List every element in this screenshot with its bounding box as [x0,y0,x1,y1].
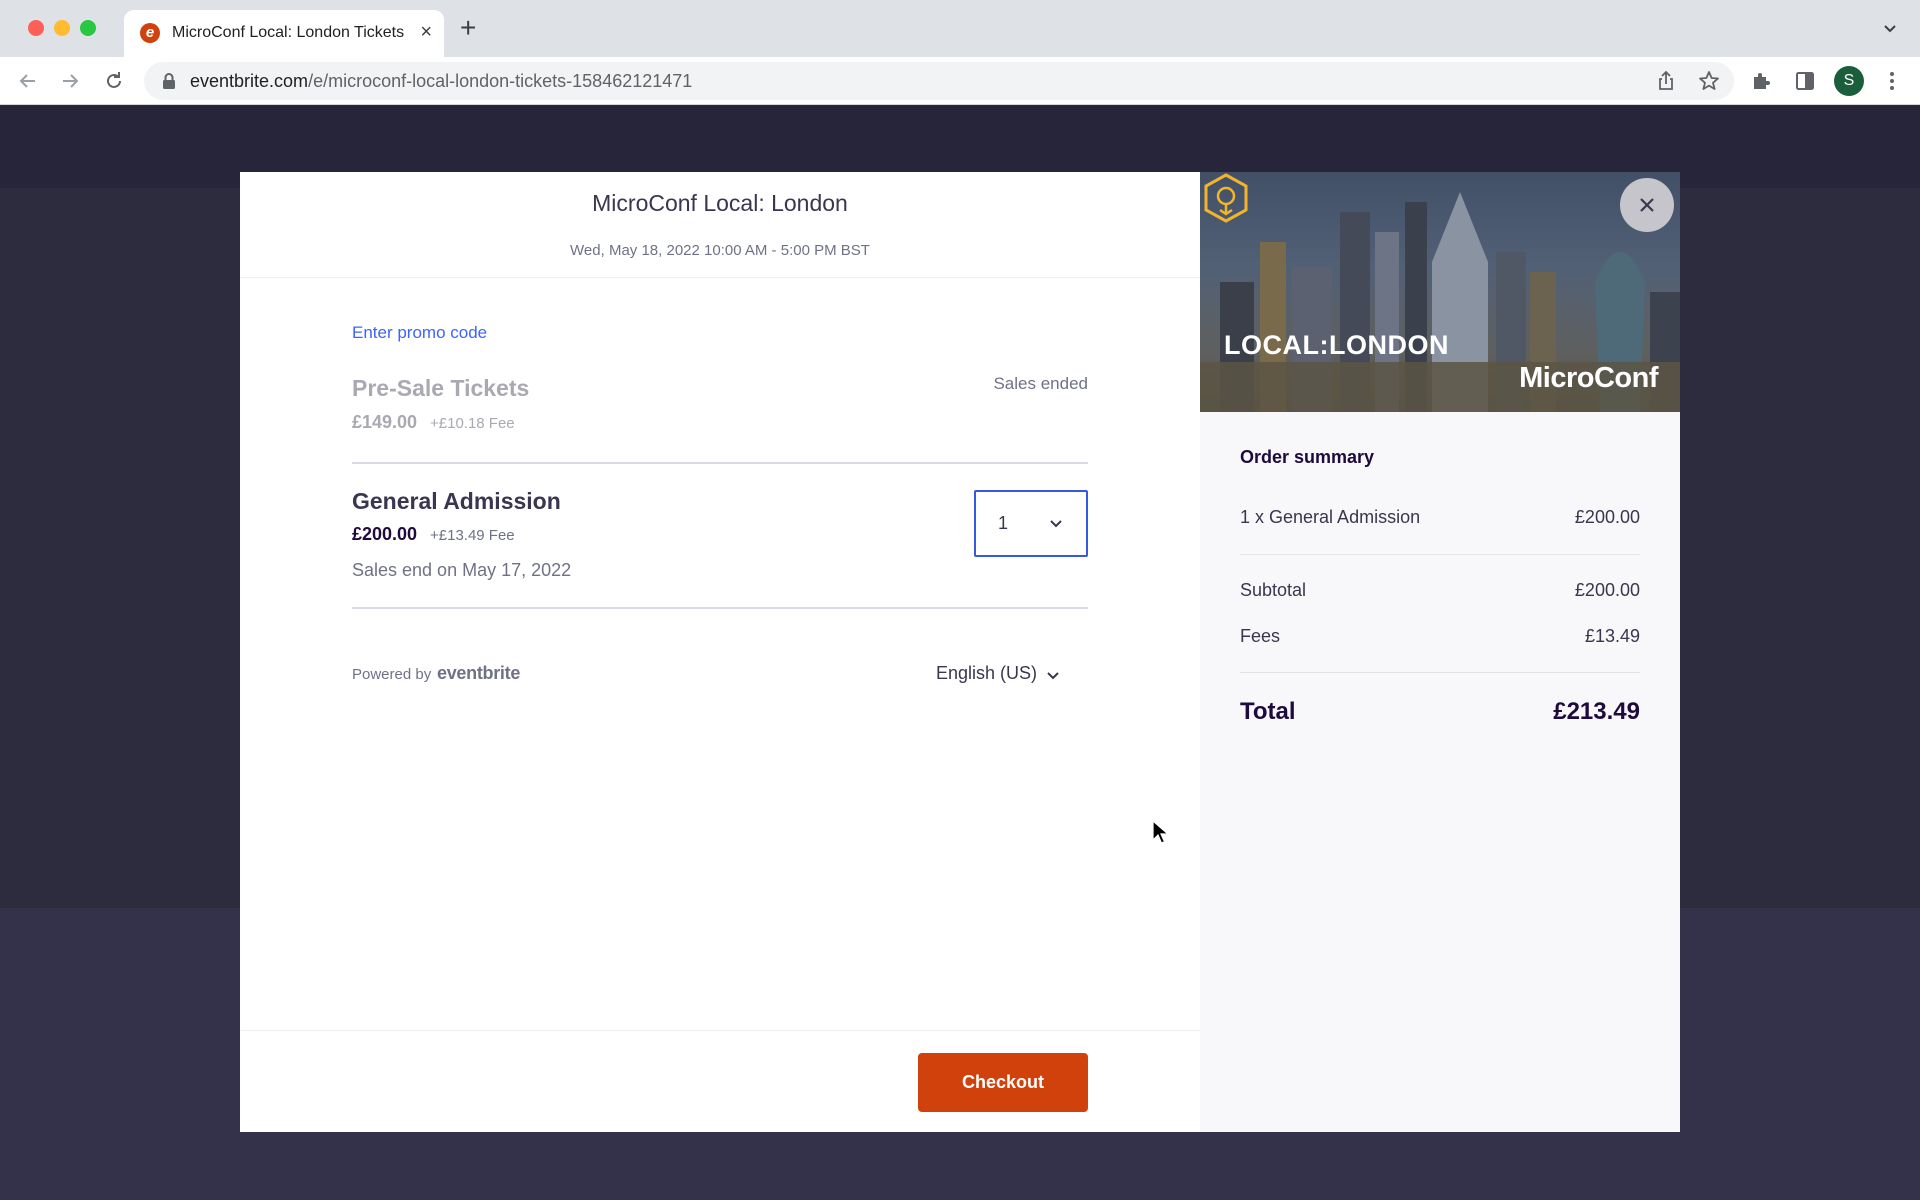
browser-tab[interactable]: e MicroConf Local: London Tickets × [124,10,444,57]
new-tab-icon[interactable]: + [460,14,476,42]
share-icon[interactable] [1654,69,1678,93]
chevron-down-icon[interactable] [1045,668,1061,684]
quantity-value: 1 [998,513,1009,533]
order-summary-title: Order summary [1240,447,1375,467]
presale-status: Sales ended [993,374,1088,393]
window-minimize-dot[interactable] [54,20,70,36]
summary-divider [1240,554,1640,555]
close-modal-button[interactable] [1620,178,1674,232]
bookmark-star-icon[interactable] [1697,69,1721,93]
extensions-puzzle-icon[interactable] [1750,69,1774,93]
forward-arrow-icon[interactable] [58,69,82,93]
general-ticket-fee: +£13.49 Fee [430,527,515,544]
quantity-select[interactable]: 1 [974,490,1088,557]
language-select[interactable]: English (US) [936,663,1037,684]
total-amount: £213.49 [1553,698,1640,725]
presale-ticket-price: £149.00 [352,412,418,432]
summary-divider [1240,672,1640,673]
presale-ticket-name: Pre-Sale Tickets [352,375,530,401]
ticket-divider [352,607,1088,609]
promo-code-link[interactable]: Enter promo code [352,323,487,343]
ticket-divider [352,462,1088,464]
checkout-button[interactable]: Checkout [918,1053,1088,1112]
tab-search-chevron-icon[interactable] [1882,20,1898,36]
url-host: eventbrite.com [190,71,309,91]
eventbrite-wordmark[interactable]: eventbrite [437,663,520,684]
order-line-item-amount: £200.00 [1574,507,1640,527]
address-bar[interactable]: eventbrite.com/e/microconf-local-london-… [144,62,1734,100]
browser-tab-bar: e MicroConf Local: London Tickets × + [0,0,1920,57]
window-close-dot[interactable] [28,20,44,36]
window-zoom-dot[interactable] [80,20,96,36]
subtotal-amount: £200.00 [1574,580,1640,600]
header-divider [240,277,1200,278]
order-line-item-label: 1 x General Admission [1240,507,1421,527]
reload-icon[interactable] [102,69,126,93]
presale-ticket-fee: +£10.18 Fee [430,415,515,432]
subtotal-label: Subtotal [1240,580,1307,600]
footer-divider [240,1030,1200,1031]
event-datetime: Wed, May 18, 2022 10:00 AM - 5:00 PM BST [570,242,870,259]
event-title: MicroConf Local: London [592,190,848,216]
browser-toolbar: eventbrite.com/e/microconf-local-london-… [0,57,1920,105]
eventbrite-favicon-icon: e [140,23,160,43]
ticket-selection-panel: MicroConf Local: London Wed, May 18, 202… [240,172,1200,1132]
chevron-down-icon [1050,520,1062,528]
tab-title: MicroConf Local: London Tickets [172,24,405,41]
order-summary-panel: LOCAL:LONDON MicroConf Order summary 1 x… [1200,172,1680,1132]
general-ticket-price: £200.00 [352,524,418,544]
banner-brand-text: MicroConf [1519,362,1658,394]
profile-avatar[interactable]: S [1834,66,1864,96]
close-icon [1640,198,1654,212]
general-ticket-name: General Admission [352,488,561,514]
general-ticket-sales-end: Sales end on May 17, 2022 [352,560,572,580]
powered-by-label: Powered by [352,666,432,683]
mouse-cursor-icon [1152,820,1170,844]
back-arrow-icon[interactable] [16,69,40,93]
total-label: Total [1240,698,1296,725]
url-path: /e/microconf-local-london-tickets-158462… [308,71,693,91]
fees-label: Fees [1240,626,1281,646]
fees-amount: £13.49 [1584,626,1640,646]
url-text: eventbrite.com/e/microconf-local-london-… [190,71,692,92]
side-panel-icon[interactable] [1793,69,1817,93]
banner-local-text: LOCAL:LONDON [1224,330,1449,360]
event-banner-image: LOCAL:LONDON MicroConf [1200,172,1680,412]
microconf-logo-icon [1204,173,1248,223]
ticket-checkout-modal: MicroConf Local: London Wed, May 18, 202… [240,172,1680,1132]
tab-close-icon[interactable]: × [420,22,432,42]
lock-icon[interactable] [162,72,176,90]
menu-dots-icon[interactable] [1880,69,1904,93]
